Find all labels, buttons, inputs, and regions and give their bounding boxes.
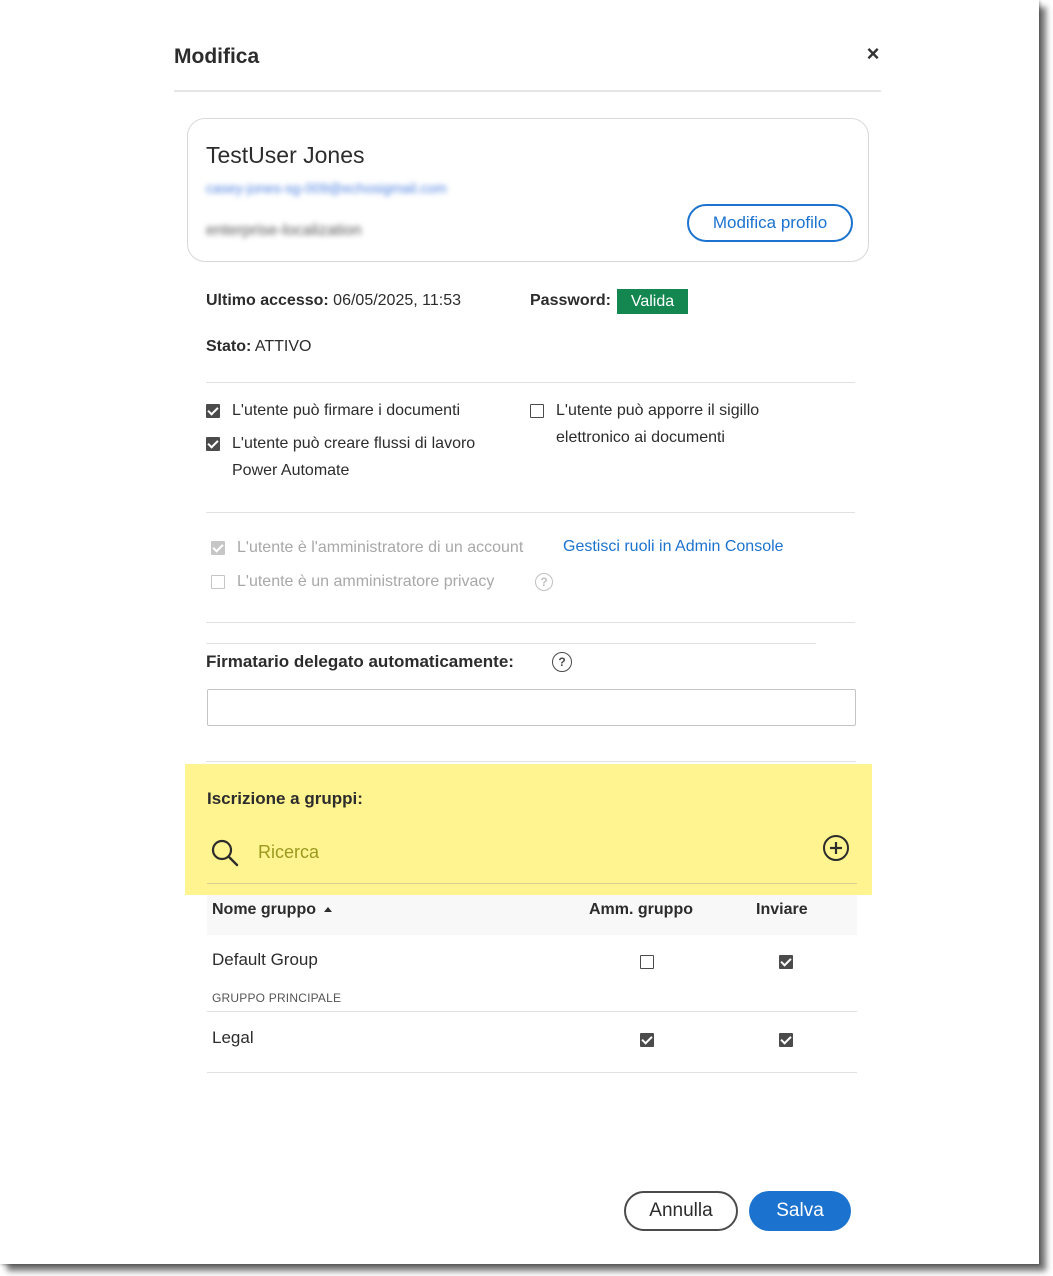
column-group-name[interactable]: Nome gruppo bbox=[212, 901, 334, 919]
privacy-admin-checkbox bbox=[211, 575, 225, 589]
power-automate-checkbox[interactable] bbox=[206, 437, 220, 451]
sort-ascending-icon bbox=[324, 907, 333, 912]
divider bbox=[206, 761, 856, 762]
sign-documents-label: L'utente può firmare i documenti bbox=[232, 402, 461, 419]
column-group-admin: Amm. gruppo bbox=[589, 901, 693, 918]
group-admin-checkbox[interactable] bbox=[640, 1033, 654, 1047]
user-state: Stato: ATTIVO bbox=[206, 338, 311, 356]
group-name: Default Group bbox=[212, 950, 318, 969]
last-access-value: 06/05/2025, 11:53 bbox=[333, 292, 461, 309]
divider bbox=[206, 622, 855, 623]
group-name: Legal bbox=[212, 1028, 254, 1047]
privacy-admin-label: L'utente è un amministratore privacy bbox=[237, 573, 495, 590]
state-value: ATTIVO bbox=[254, 338, 312, 355]
group-search-input[interactable]: Ricerca bbox=[258, 842, 319, 863]
password-status-badge: Valida bbox=[617, 289, 688, 314]
group-membership-label: Iscrizione a gruppi: bbox=[207, 789, 363, 808]
electronic-seal-checkbox[interactable] bbox=[530, 404, 544, 418]
dialog-frame: Modifica × TestUser Jones casey-jones-sg… bbox=[0, 0, 1039, 1264]
account-admin-checkbox bbox=[211, 541, 225, 555]
header-divider bbox=[174, 90, 881, 92]
divider bbox=[206, 512, 855, 513]
search-underline bbox=[207, 883, 857, 884]
password-label: Password: bbox=[530, 292, 611, 309]
delegate-signer-input[interactable] bbox=[207, 689, 856, 726]
divider bbox=[206, 382, 855, 383]
electronic-seal-label-line1: L'utente può apporre il sigillo bbox=[556, 402, 760, 419]
state-label: Stato: bbox=[206, 338, 252, 355]
help-icon[interactable]: ? bbox=[535, 573, 553, 591]
user-email: casey-jones-sg-009@echosigmail.com bbox=[206, 180, 447, 196]
help-icon[interactable]: ? bbox=[552, 652, 572, 672]
column-send: Inviare bbox=[756, 901, 808, 918]
row-divider bbox=[207, 1072, 857, 1073]
sign-documents-checkbox[interactable] bbox=[206, 404, 220, 418]
last-access: Ultimo accesso: 06/05/2025, 11:53 bbox=[206, 292, 461, 310]
account-admin-label: L'utente è l'amministratore di un accoun… bbox=[237, 539, 524, 556]
user-name: TestUser Jones bbox=[206, 142, 365, 168]
last-access-label: Ultimo accesso: bbox=[206, 292, 329, 309]
delegate-signer-label: Firmatario delegato automaticamente: bbox=[206, 652, 514, 671]
manage-roles-link[interactable]: Gestisci ruoli in Admin Console bbox=[563, 538, 784, 556]
cancel-button[interactable]: Annulla bbox=[624, 1191, 738, 1231]
row-divider bbox=[207, 1011, 857, 1012]
electronic-seal-label-line2: elettronico ai documenti bbox=[556, 429, 725, 446]
group-send-checkbox[interactable] bbox=[779, 1033, 793, 1047]
search-icon bbox=[211, 839, 239, 867]
edit-profile-button[interactable]: Modifica profilo bbox=[687, 204, 853, 242]
user-org: enterprise-localization bbox=[206, 222, 362, 239]
power-automate-label-line1: L'utente può creare flussi di lavoro bbox=[232, 435, 476, 452]
group-send-checkbox[interactable] bbox=[779, 955, 793, 969]
group-membership-highlight bbox=[185, 764, 872, 895]
group-admin-checkbox[interactable] bbox=[640, 955, 654, 969]
primary-group-label: GRUPPO PRINCIPALE bbox=[212, 991, 342, 1005]
close-icon[interactable]: × bbox=[862, 42, 884, 66]
save-button[interactable]: Salva bbox=[749, 1191, 851, 1231]
add-group-icon[interactable] bbox=[822, 834, 850, 862]
dialog-title: Modifica bbox=[174, 45, 260, 68]
power-automate-label-line2: Power Automate bbox=[232, 462, 350, 479]
divider bbox=[206, 643, 816, 644]
